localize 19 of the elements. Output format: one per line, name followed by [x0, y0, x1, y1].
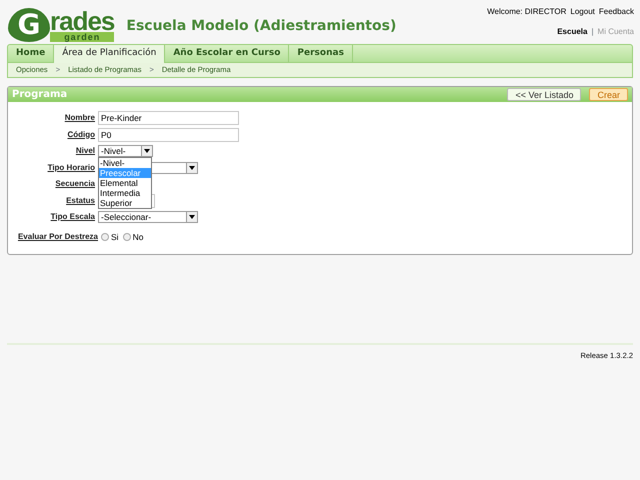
field-label: Estatus: [65, 194, 96, 206]
separator: |: [591, 26, 594, 38]
panel-title: Programa: [12, 88, 68, 102]
field-label: Tipo Horario: [46, 162, 96, 174]
select-value: -Seleccionar-: [101, 212, 152, 222]
field-label: Nombre: [64, 112, 96, 124]
site-title: Escuela Modelo (Adiestramientos): [126, 17, 396, 36]
welcome-text: Welcome: DIRECTOR: [487, 6, 566, 18]
logo-letter: G: [8, 8, 50, 42]
field-label: Nivel: [74, 145, 96, 157]
logo-subtitle: garden: [50, 32, 114, 42]
field-label: Tipo Escala: [50, 211, 96, 223]
radio-label: Si: [111, 230, 119, 244]
select-value: -Nivel-: [101, 146, 126, 156]
radio-label: No: [132, 230, 144, 244]
logo-text: rades: [50, 10, 114, 32]
field-label: Evaluar Por Destreza: [16, 231, 99, 243]
field-label: Código: [66, 128, 96, 140]
field-label: Secuencia: [54, 178, 96, 190]
